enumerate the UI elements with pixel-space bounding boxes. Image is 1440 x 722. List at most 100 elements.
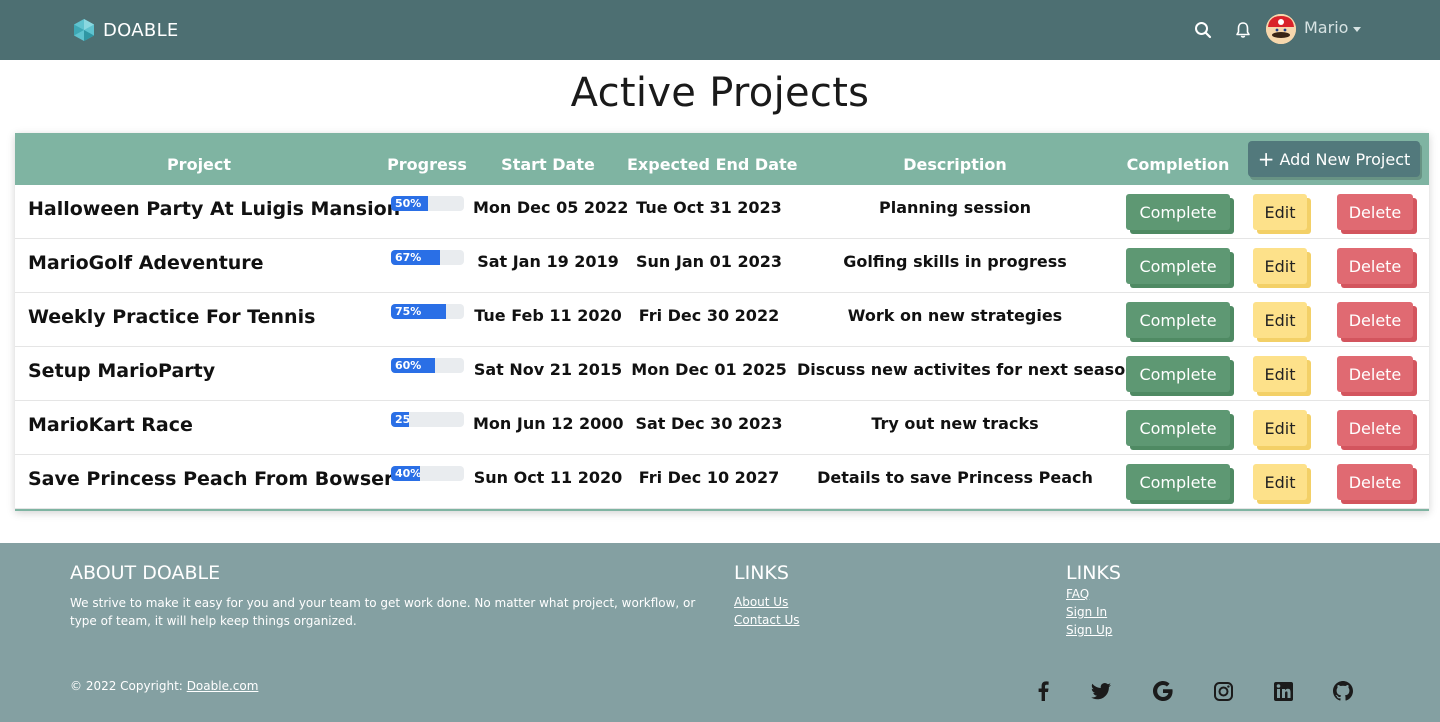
add-project-label: Add New Project [1279,149,1411,169]
copyright-link[interactable]: Doable.com [187,679,259,693]
navbar: DOABLE Mario [0,0,1440,60]
sign-in-link[interactable]: Sign In [1066,605,1107,619]
faq-link[interactable]: FAQ [1066,587,1089,601]
header-completion: Completion [1126,155,1230,174]
sign-up-link[interactable]: Sign Up [1066,623,1112,637]
header-start-date: Start Date [501,155,595,174]
footer-about-heading: ABOUT DOABLE [70,562,221,584]
page-title: Active Projects [570,70,870,116]
footer: ABOUT DOABLE We strive to make it easy f… [0,543,1440,722]
start-date: Sun Oct 11 2020 [473,468,623,487]
end-date: Tue Oct 31 2023 [636,198,782,217]
end-date: Mon Dec 01 2025 [631,360,787,379]
table-row: MarioKart Race 25% Mon Jun 12 2000 Sat Dec … [15,401,1429,455]
complete-button[interactable]: Complete [1126,464,1230,500]
delete-button[interactable]: Delete [1337,302,1413,338]
linkedin-icon[interactable] [1272,680,1294,702]
edit-button[interactable]: Edit [1253,464,1307,500]
bell-icon[interactable] [1232,19,1254,41]
plus-icon: + [1257,147,1275,171]
logo-icon [74,19,94,41]
start-date: Mon Dec 05 2022 [473,198,629,217]
instagram-icon[interactable] [1212,680,1234,702]
project-description: Golfing skills in progress [843,252,1067,271]
complete-button[interactable]: Complete [1126,248,1230,284]
progress-bar: 60% [391,358,464,373]
facebook-icon[interactable] [1032,680,1054,702]
project-description: Work on new strategies [847,306,1063,325]
delete-button[interactable]: Delete [1337,410,1413,446]
complete-button[interactable]: Complete [1126,356,1230,392]
table-row: MarioGolf Adeventure 67% Sat Jan 19 2019 Su… [15,239,1429,293]
footer-links-heading: LINKS [734,562,789,584]
user-menu-name[interactable]: Mario [1304,18,1348,37]
progress-fill: 60% [391,358,435,373]
end-date: Fri Dec 10 2027 [638,468,780,487]
project-name: MarioGolf Adeventure [28,252,264,274]
start-date: Sat Jan 19 2019 [477,252,619,271]
contact-us-link[interactable]: Contact Us [734,613,800,627]
project-description: Try out new tracks [871,414,1039,433]
project-name: Weekly Practice For Tennis [28,306,316,328]
complete-button[interactable]: Complete [1126,194,1230,230]
google-icon[interactable] [1152,680,1174,702]
add-project-button[interactable]: + Add New Project [1248,141,1420,177]
header-project: Project [166,155,232,174]
edit-button[interactable]: Edit [1253,410,1307,446]
project-name: Save Princess Peach From Bowser [28,468,394,490]
header-progress: Progress [387,155,467,174]
header-description: Description [903,155,1007,174]
progress-bar: 25% [391,412,464,427]
start-date: Tue Feb 11 2020 [474,306,622,325]
progress-bar: 50% [391,196,464,211]
project-description: Discuss new activites for next season [797,360,1137,379]
table-header: Project Progress Start Date Expected End… [15,133,1429,185]
project-name: MarioKart Race [28,414,193,436]
end-date: Sun Jan 01 2023 [636,252,782,271]
complete-button[interactable]: Complete [1126,410,1230,446]
footer-about-text: We strive to make it easy for you and yo… [70,596,696,628]
search-icon[interactable] [1192,19,1214,41]
project-name: Setup MarioParty [28,360,216,382]
footer-links-heading-2: LINKS [1066,562,1121,584]
twitter-icon[interactable] [1090,680,1112,702]
progress-fill: 50% [391,196,428,211]
progress-fill: 40% [391,466,421,481]
end-date: Fri Dec 30 2022 [638,306,780,325]
table-row: Weekly Practice For Tennis 75% Tue Feb 11 … [15,293,1429,347]
project-description: Details to save Princess Peach [817,468,1093,487]
progress-bar: 75% [391,304,464,319]
github-icon[interactable] [1332,680,1354,702]
chevron-down-icon[interactable] [1353,27,1361,32]
projects-table: Project Progress Start Date Expected End… [15,133,1429,511]
progress-bar: 40% [391,466,464,481]
brand[interactable]: DOABLE [72,16,179,44]
delete-button[interactable]: Delete [1337,464,1413,500]
progress-fill: 75% [391,304,446,319]
brand-name: DOABLE [103,19,179,41]
complete-button[interactable]: Complete [1126,302,1230,338]
project-name: Halloween Party At Luigis Mansion [28,198,401,220]
avatar[interactable] [1266,14,1296,44]
about-us-link[interactable]: About Us [734,595,788,609]
copyright-text: © 2022 Copyright: [70,679,183,693]
table-row: Halloween Party At Luigis Mansion 50% Mon … [15,185,1429,239]
delete-button[interactable]: Delete [1337,194,1413,230]
project-description: Planning session [879,198,1031,217]
header-end-date: Expected End Date [627,155,798,174]
start-date: Mon Jun 12 2000 [473,414,624,433]
table-row: Save Princess Peach From Bowser 40% Sun Oc… [15,455,1429,509]
copyright: © 2022 Copyright: Doable.com [70,679,258,693]
edit-button[interactable]: Edit [1253,194,1307,230]
progress-fill: 25% [391,412,410,427]
progress-bar: 67% [391,250,464,265]
table-row: Setup MarioParty 60% Sat Nov 21 2015 Mon De… [15,347,1429,401]
progress-fill: 67% [391,250,440,265]
end-date: Sat Dec 30 2023 [635,414,783,433]
edit-button[interactable]: Edit [1253,248,1307,284]
start-date: Sat Nov 21 2015 [473,360,623,379]
edit-button[interactable]: Edit [1253,356,1307,392]
edit-button[interactable]: Edit [1253,302,1307,338]
delete-button[interactable]: Delete [1337,248,1413,284]
delete-button[interactable]: Delete [1337,356,1413,392]
